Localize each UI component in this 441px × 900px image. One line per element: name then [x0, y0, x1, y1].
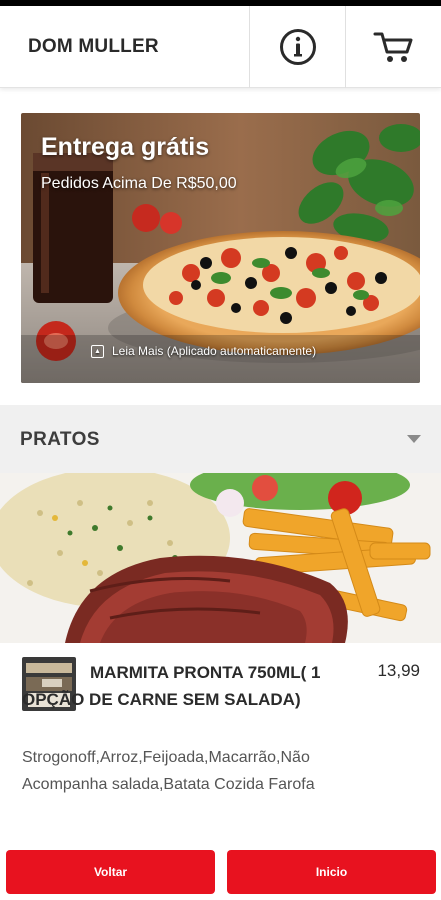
info-icon — [279, 29, 316, 65]
read-more-label: Leia Mais (Aplicado automaticamente) — [112, 344, 317, 358]
banner-title: Entrega grátis — [41, 133, 210, 161]
item-name: MARMITA PRONTA 750ML( 1 OPÇÃO DE CARNE S… — [22, 663, 321, 709]
cart-button[interactable] — [346, 6, 441, 88]
chevron-down-icon — [407, 435, 421, 443]
info-button[interactable] — [250, 6, 345, 88]
item-description: Strogonoff,Arroz,Feijoada,Macarrão,Não A… — [22, 749, 315, 793]
back-button[interactable]: Voltar — [6, 850, 215, 894]
home-button[interactable]: Inicio — [227, 850, 436, 894]
bottom-bar: Voltar Inicio — [0, 848, 441, 900]
banner-subtitle: Pedidos Acima De R$50,00 — [41, 175, 237, 192]
store-title: DOM MULLER — [28, 36, 159, 57]
read-more-link[interactable]: ▲ Leia Mais (Aplicado automaticamente) — [91, 344, 316, 358]
app-header: DOM MULLER — [0, 6, 441, 88]
cart-icon — [373, 32, 412, 62]
category-header[interactable]: PRATOS — [0, 405, 441, 473]
category-label: PRATOS — [20, 429, 100, 450]
dish-image — [0, 473, 441, 643]
expand-icon: ▲ — [91, 344, 104, 358]
item-price: 13,99 — [377, 661, 420, 680]
promo-banner[interactable]: Entrega grátis Pedidos Acima De R$50,00 … — [21, 113, 420, 383]
